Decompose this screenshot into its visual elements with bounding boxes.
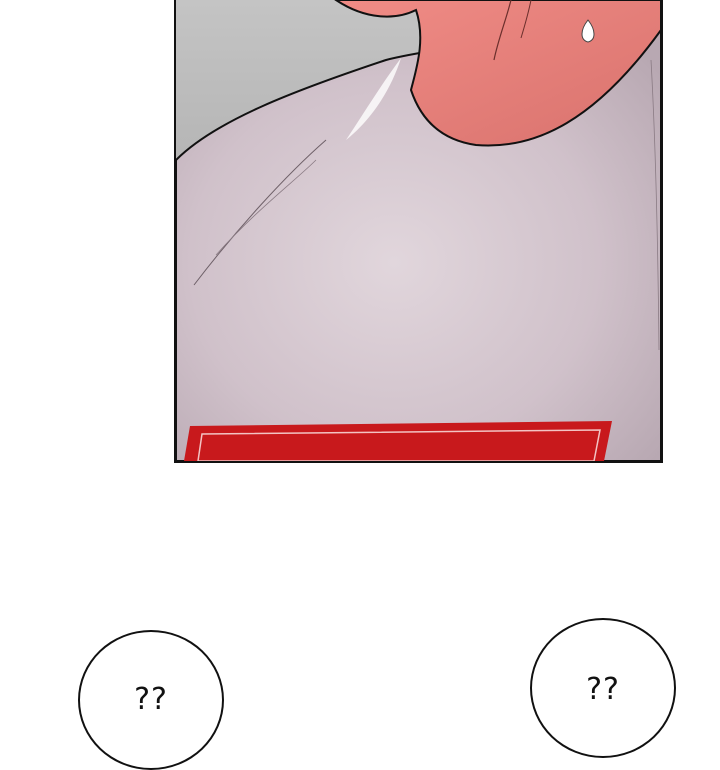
bubble-text-right: ?? [586, 672, 620, 707]
speech-bubble-left: ?? [78, 630, 224, 770]
comic-panel [174, 0, 663, 463]
shirt-emblem [184, 421, 612, 461]
panel-artwork [176, 0, 661, 461]
speech-bubble-right: ?? [530, 618, 676, 758]
